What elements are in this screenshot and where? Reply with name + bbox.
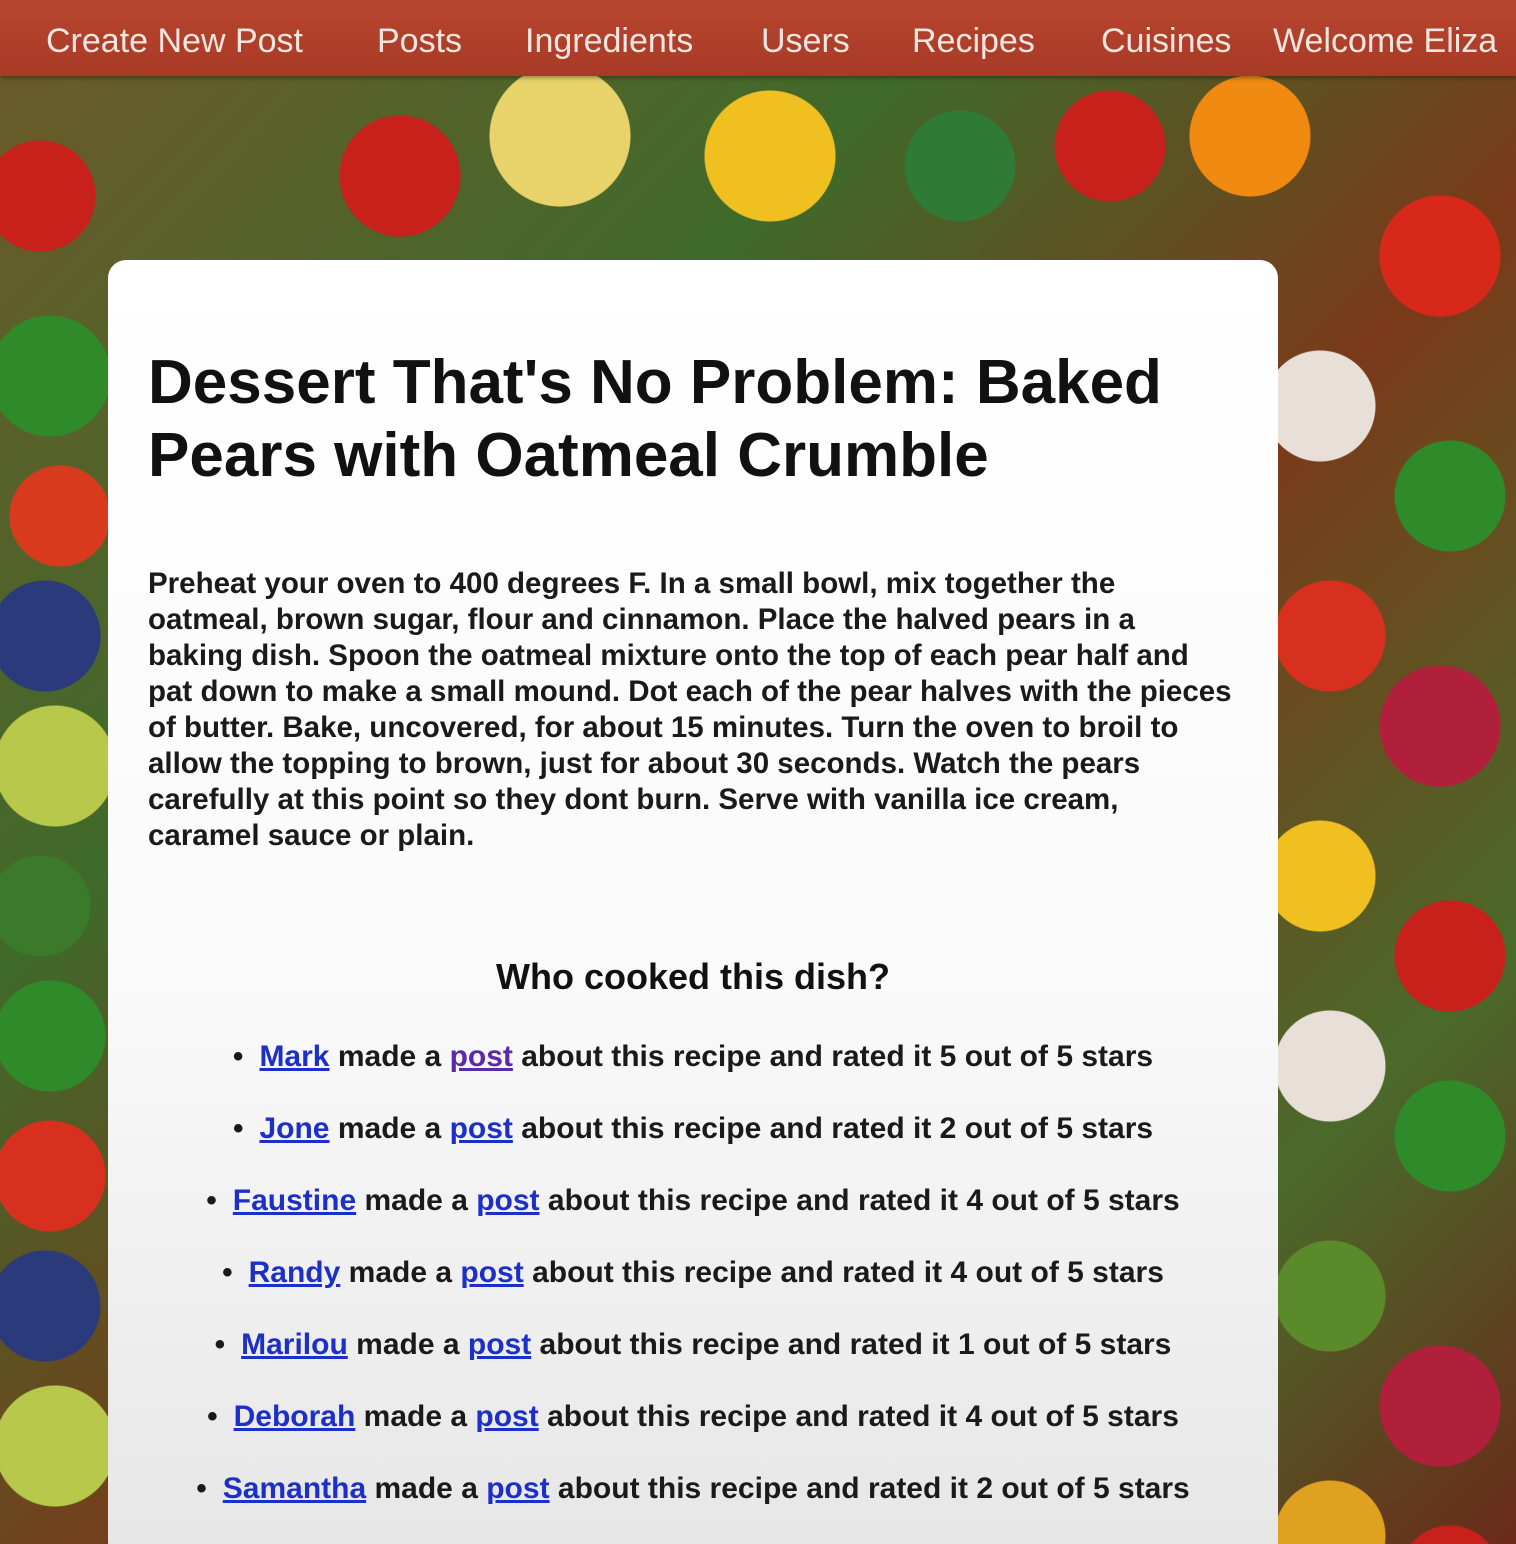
nav-users[interactable]: Users — [761, 20, 850, 62]
recipe-card: Dessert That's No Problem: Baked Pears w… — [108, 260, 1278, 1544]
rated-suffix-text: out of 5 stars — [991, 1184, 1180, 1217]
bullet-icon: • — [196, 1472, 207, 1505]
made-a-text: made a — [374, 1472, 478, 1505]
rated-prefix-text: about this recipe and rated it — [539, 1328, 950, 1361]
nav-create-new-post[interactable]: Create New Post — [46, 20, 303, 62]
bullet-icon: • — [214, 1328, 226, 1361]
rated-prefix-text: about this recipe and rated it — [547, 1400, 958, 1433]
post-link[interactable]: post — [460, 1256, 523, 1289]
recipe-instructions: Preheat your oven to 400 degrees F. In a… — [148, 567, 1232, 852]
rated-suffix-text: out of 5 stars — [1001, 1472, 1190, 1505]
cook-list-item: • Faustine made a post about this recipe … — [108, 1178, 1278, 1250]
made-a-text: made a — [337, 1040, 442, 1073]
who-cooked-heading: Who cooked this dish? — [496, 956, 890, 997]
rating-value: 5 — [939, 1040, 957, 1073]
rated-prefix-text: about this recipe and rated it — [532, 1256, 943, 1289]
rated-suffix-text: out of 5 stars — [983, 1328, 1172, 1361]
cook-list-item: • Samantha made a post about this recipe … — [108, 1466, 1278, 1538]
post-link[interactable]: post — [475, 1400, 538, 1433]
cook-name-link[interactable]: Randy — [249, 1256, 341, 1289]
cook-list-item: • Marilou made a post about this recipe a… — [108, 1322, 1278, 1394]
rating-value: 4 — [965, 1400, 983, 1433]
cooks-list: • Mark made a post about this recipe and … — [108, 1034, 1278, 1538]
post-link[interactable]: post — [468, 1328, 531, 1361]
nav-ingredients[interactable]: Ingredients — [525, 20, 693, 62]
rated-suffix-text: out of 5 stars — [964, 1112, 1154, 1145]
cook-name-link[interactable]: Faustine — [233, 1184, 356, 1217]
bullet-icon: • — [207, 1400, 218, 1433]
bullet-icon: • — [222, 1256, 233, 1289]
bullet-icon: • — [232, 1040, 244, 1073]
rated-prefix-text: about this recipe and rated it — [547, 1184, 958, 1217]
rated-prefix-text: about this recipe and rated it — [557, 1472, 968, 1505]
rating-value: 4 — [966, 1184, 983, 1217]
cook-list-item: • Randy made a post about this recipe and… — [108, 1250, 1278, 1322]
cook-name-link[interactable]: Marilou — [241, 1328, 348, 1361]
rating-value: 2 — [976, 1472, 994, 1505]
cook-name-link[interactable]: Mark — [259, 1040, 329, 1073]
bullet-icon: • — [232, 1112, 244, 1145]
cook-name-link[interactable]: Samantha — [223, 1472, 366, 1505]
rating-value: 4 — [950, 1256, 968, 1289]
post-link[interactable]: post — [450, 1112, 513, 1145]
cook-list-item: • Jone made a post about this recipe and … — [108, 1106, 1278, 1178]
rating-value: 1 — [957, 1328, 975, 1361]
rated-suffix-text: out of 5 stars — [964, 1040, 1154, 1073]
nav-welcome-user[interactable]: Welcome Eliza — [1273, 20, 1497, 62]
top-nav: Create New Post Posts Ingredients Users … — [0, 0, 1516, 76]
nav-recipes[interactable]: Recipes — [912, 20, 1035, 62]
bullet-icon: • — [206, 1184, 217, 1217]
cook-name-link[interactable]: Jone — [259, 1112, 329, 1145]
nav-cuisines[interactable]: Cuisines — [1101, 20, 1231, 62]
made-a-text: made a — [348, 1256, 453, 1289]
cook-list-item: • Deborah made a post about this recipe a… — [108, 1394, 1278, 1466]
rating-value: 2 — [939, 1112, 957, 1145]
cook-name-link[interactable]: Deborah — [234, 1400, 356, 1433]
rated-suffix-text: out of 5 stars — [990, 1400, 1179, 1433]
made-a-text: made a — [356, 1328, 460, 1361]
post-link[interactable]: post — [450, 1040, 513, 1073]
recipe-title: Dessert That's No Problem: Baked Pears w… — [148, 348, 1162, 490]
rated-suffix-text: out of 5 stars — [975, 1256, 1164, 1289]
post-link[interactable]: post — [476, 1184, 539, 1217]
post-link[interactable]: post — [486, 1472, 549, 1505]
rated-prefix-text: about this recipe and rated it — [521, 1040, 932, 1073]
made-a-text: made a — [337, 1112, 442, 1145]
made-a-text: made a — [364, 1184, 468, 1217]
rated-prefix-text: about this recipe and rated it — [521, 1112, 932, 1145]
nav-posts[interactable]: Posts — [377, 20, 462, 62]
made-a-text: made a — [363, 1400, 468, 1433]
cook-list-item: • Mark made a post about this recipe and … — [108, 1034, 1278, 1106]
